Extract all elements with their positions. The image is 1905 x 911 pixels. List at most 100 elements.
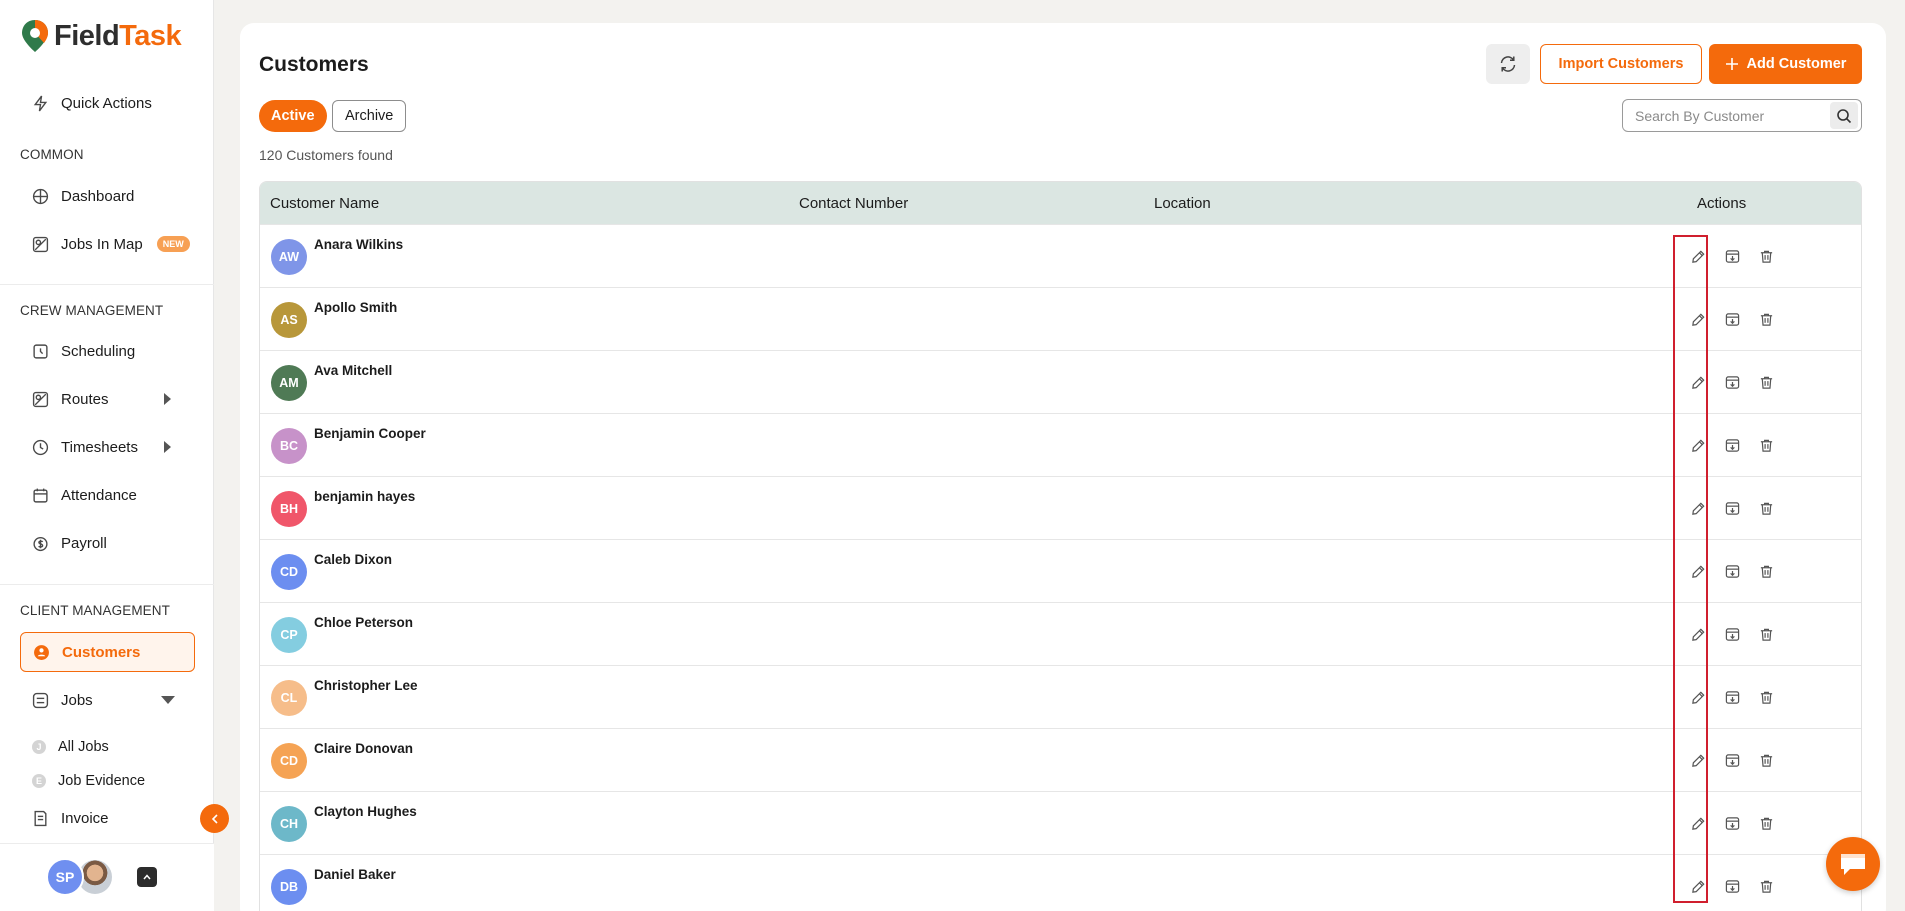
main-content: Customers Active Archive 120 Customers f… — [240, 23, 1886, 911]
archive-button[interactable] — [1722, 813, 1742, 833]
column-header-location[interactable]: Location — [1154, 195, 1211, 212]
search-button[interactable] — [1830, 102, 1858, 129]
refresh-button[interactable] — [1486, 44, 1530, 84]
customer-name[interactable]: Ava Mitchell — [314, 363, 392, 378]
table-row[interactable]: CP Chloe Peterson — [260, 602, 1861, 665]
archive-button[interactable] — [1722, 750, 1742, 770]
customer-avatar: CL — [271, 680, 307, 716]
customer-name[interactable]: Chloe Peterson — [314, 615, 413, 630]
sidebar-item-quick-actions[interactable]: Quick Actions — [20, 83, 195, 123]
table-row[interactable]: BH benjamin hayes — [260, 476, 1861, 539]
customer-name[interactable]: benjamin hayes — [314, 489, 415, 504]
expand-user-menu-button[interactable] — [137, 867, 157, 887]
edit-button[interactable] — [1688, 813, 1708, 833]
sidebar-item-label: Payroll — [61, 534, 107, 552]
delete-button[interactable] — [1756, 561, 1776, 581]
sidebar-item-attendance[interactable]: Attendance — [20, 475, 195, 515]
section-heading-crew: CREW MANAGEMENT — [20, 303, 164, 318]
delete-button[interactable] — [1756, 372, 1776, 392]
delete-button[interactable] — [1756, 498, 1776, 518]
customers-table: Customer Name Contact Number Location Ac… — [259, 181, 1862, 911]
sidebar-item-dashboard[interactable]: Dashboard — [20, 176, 195, 216]
edit-button[interactable] — [1688, 561, 1708, 581]
table-row[interactable]: AW Anara Wilkins — [260, 224, 1861, 287]
archive-button[interactable] — [1722, 435, 1742, 455]
delete-button[interactable] — [1756, 876, 1776, 896]
refresh-icon — [1500, 56, 1516, 72]
column-header-name[interactable]: Customer Name — [270, 195, 379, 212]
table-header: Customer Name Contact Number Location Ac… — [260, 182, 1861, 224]
customer-name[interactable]: Apollo Smith — [314, 300, 397, 315]
tab-archive[interactable]: Archive — [332, 100, 407, 132]
archive-button[interactable] — [1722, 498, 1742, 518]
dashboard-icon — [32, 188, 49, 205]
sidebar-item-invoice[interactable]: Invoice — [20, 798, 195, 838]
delete-button[interactable] — [1756, 624, 1776, 644]
archive-button[interactable] — [1722, 687, 1742, 707]
edit-button[interactable] — [1688, 246, 1708, 266]
table-row[interactable]: AM Ava Mitchell — [260, 350, 1861, 413]
customer-name[interactable]: Daniel Baker — [314, 867, 396, 882]
brand-second: Task — [119, 19, 182, 52]
chat-button[interactable] — [1826, 837, 1880, 891]
customer-name[interactable]: Claire Donovan — [314, 741, 413, 756]
sidebar-item-jobs-in-map[interactable]: Jobs In Map NEW — [20, 224, 195, 264]
table-row[interactable]: DB Daniel Baker — [260, 854, 1861, 911]
sidebar-item-label: Invoice — [61, 809, 109, 827]
archive-button[interactable] — [1722, 246, 1742, 266]
table-row[interactable]: AS Apollo Smith — [260, 287, 1861, 350]
edit-button[interactable] — [1688, 372, 1708, 392]
sidebar-item-scheduling[interactable]: Scheduling — [20, 331, 195, 371]
add-customer-button[interactable]: Add Customer — [1709, 44, 1862, 84]
edit-button[interactable] — [1688, 498, 1708, 518]
customer-name[interactable]: Clayton Hughes — [314, 804, 417, 819]
sidebar-item-label: Jobs In Map — [61, 235, 143, 253]
edit-button[interactable] — [1688, 624, 1708, 644]
archive-button[interactable] — [1722, 372, 1742, 392]
tab-active[interactable]: Active — [259, 100, 327, 132]
customer-name[interactable]: Caleb Dixon — [314, 552, 392, 567]
sidebar-item-label: Customers — [62, 643, 141, 661]
edit-button[interactable] — [1688, 309, 1708, 329]
sidebar-divider — [0, 284, 214, 285]
archive-button[interactable] — [1722, 876, 1742, 896]
edit-button[interactable] — [1688, 435, 1708, 455]
avatar[interactable]: SP — [46, 858, 84, 896]
table-row[interactable]: CD Claire Donovan — [260, 728, 1861, 791]
table-row[interactable]: CH Clayton Hughes — [260, 791, 1861, 854]
search-input[interactable] — [1623, 100, 1830, 131]
sidebar-item-jobs[interactable]: Jobs — [20, 680, 195, 720]
delete-button[interactable] — [1756, 750, 1776, 770]
customer-name[interactable]: Benjamin Cooper — [314, 426, 426, 441]
edit-button[interactable] — [1688, 750, 1708, 770]
pencil-icon — [1691, 816, 1705, 830]
archive-button[interactable] — [1722, 561, 1742, 581]
customer-name[interactable]: Christopher Lee — [314, 678, 418, 693]
edit-button[interactable] — [1688, 687, 1708, 707]
delete-button[interactable] — [1756, 435, 1776, 455]
table-row[interactable]: CL Christopher Lee — [260, 665, 1861, 728]
delete-button[interactable] — [1756, 687, 1776, 707]
delete-button[interactable] — [1756, 813, 1776, 833]
sidebar-subitem-job-evidence[interactable]: E Job Evidence — [32, 770, 145, 792]
fieldtask-logo[interactable]: FieldTask — [20, 16, 182, 56]
sidebar-item-timesheets[interactable]: Timesheets — [20, 427, 195, 467]
table-row[interactable]: BC Benjamin Cooper — [260, 413, 1861, 476]
invoice-icon — [32, 810, 49, 827]
customer-name[interactable]: Anara Wilkins — [314, 237, 403, 252]
import-customers-button[interactable]: Import Customers — [1540, 44, 1702, 84]
delete-button[interactable] — [1756, 246, 1776, 266]
archive-button[interactable] — [1722, 624, 1742, 644]
sidebar-item-payroll[interactable]: Payroll — [20, 523, 195, 563]
chevron-right-icon — [164, 393, 171, 405]
sidebar-subitem-all-jobs[interactable]: J All Jobs — [32, 736, 109, 758]
collapse-sidebar-button[interactable] — [200, 804, 229, 833]
table-row[interactable]: CD Caleb Dixon — [260, 539, 1861, 602]
sidebar-item-routes[interactable]: Routes — [20, 379, 195, 419]
trash-icon — [1760, 628, 1772, 641]
column-header-contact[interactable]: Contact Number — [799, 195, 908, 212]
sidebar-item-customers[interactable]: Customers — [20, 632, 195, 672]
edit-button[interactable] — [1688, 876, 1708, 896]
delete-button[interactable] — [1756, 309, 1776, 329]
archive-button[interactable] — [1722, 309, 1742, 329]
